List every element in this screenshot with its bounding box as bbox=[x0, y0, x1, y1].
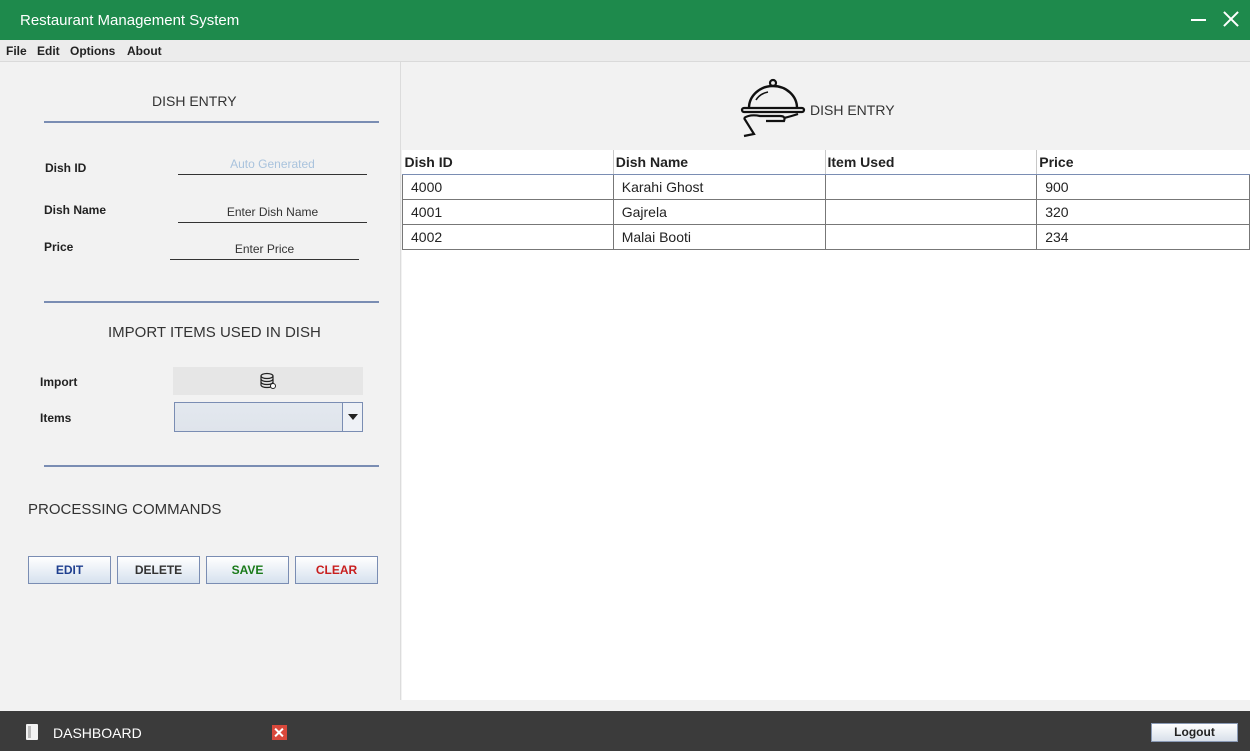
title-bar: Restaurant Management System bbox=[0, 0, 1250, 40]
items-dropdown[interactable] bbox=[174, 402, 363, 432]
divider bbox=[44, 121, 379, 123]
column-header[interactable]: Price bbox=[1036, 150, 1250, 175]
table-cell[interactable]: Gajrela bbox=[612, 198, 826, 225]
table-cell[interactable] bbox=[824, 173, 1038, 200]
close-icon[interactable] bbox=[272, 725, 287, 740]
close-icon[interactable] bbox=[1222, 10, 1240, 28]
table-row[interactable]: 4001 Gajrela 320 bbox=[402, 198, 1250, 225]
column-header[interactable]: Item Used bbox=[825, 150, 1038, 175]
form-title: DISH ENTRY bbox=[152, 93, 237, 109]
processing-commands-title: PROCESSING COMMANDS bbox=[28, 501, 222, 518]
footer-bar: DASHBOARD Logout bbox=[0, 711, 1250, 751]
table-cell[interactable] bbox=[824, 223, 1038, 250]
dashboard-link[interactable]: DASHBOARD bbox=[53, 725, 142, 741]
column-header[interactable]: Dish Name bbox=[613, 150, 826, 175]
dish-id-field[interactable]: Auto Generated bbox=[178, 153, 367, 175]
edit-button[interactable]: EDIT bbox=[28, 556, 111, 584]
dish-list-panel: DISH ENTRY Dish ID Dish Name Item Used P… bbox=[402, 62, 1250, 700]
table-cell[interactable]: 4000 bbox=[402, 173, 614, 200]
menu-edit[interactable]: Edit bbox=[37, 44, 60, 58]
price-label: Price bbox=[44, 240, 74, 254]
table-cell[interactable]: 4002 bbox=[402, 223, 614, 250]
serving-cloche-icon bbox=[740, 78, 806, 138]
menu-bar: File Edit Options About bbox=[0, 40, 1250, 62]
table-cell[interactable]: 320 bbox=[1036, 198, 1250, 225]
panel-header: DISH ENTRY bbox=[402, 62, 1250, 150]
panel-title: DISH ENTRY bbox=[810, 102, 895, 118]
import-section-title: IMPORT ITEMS USED IN DISH bbox=[108, 324, 321, 341]
dish-table: Dish ID Dish Name Item Used Price 4000 K… bbox=[402, 150, 1250, 250]
menu-about[interactable]: About bbox=[127, 44, 162, 58]
items-label: Items bbox=[40, 411, 72, 425]
table-cell[interactable]: 234 bbox=[1036, 223, 1250, 250]
dish-entry-form: DISH ENTRY Dish ID Auto Generated Dish N… bbox=[0, 62, 401, 700]
dish-name-label: Dish Name bbox=[44, 203, 107, 217]
menu-options[interactable]: Options bbox=[70, 44, 115, 58]
divider bbox=[44, 465, 379, 467]
table-cell[interactable]: 4001 bbox=[402, 198, 614, 225]
delete-button[interactable]: DELETE bbox=[117, 556, 200, 584]
logout-button[interactable]: Logout bbox=[1151, 723, 1238, 742]
column-header[interactable]: Dish ID bbox=[402, 150, 614, 175]
table-cell[interactable]: Karahi Ghost bbox=[612, 173, 826, 200]
table-row[interactable]: 4000 Karahi Ghost 900 bbox=[402, 173, 1250, 200]
table-header-row: Dish ID Dish Name Item Used Price bbox=[402, 150, 1250, 175]
door-icon[interactable] bbox=[26, 724, 38, 740]
dish-name-field[interactable]: Enter Dish Name bbox=[178, 201, 367, 223]
import-label: Import bbox=[40, 375, 78, 389]
dish-id-label: Dish ID bbox=[45, 161, 87, 175]
minimize-icon[interactable] bbox=[1190, 10, 1208, 28]
import-button[interactable] bbox=[173, 367, 363, 395]
table-cell[interactable] bbox=[824, 198, 1038, 225]
table-row[interactable]: 4002 Malai Booti 234 bbox=[402, 223, 1250, 250]
menu-file[interactable]: File bbox=[6, 44, 27, 58]
table-cell[interactable]: 900 bbox=[1036, 173, 1250, 200]
divider bbox=[44, 301, 379, 303]
chevron-down-icon[interactable] bbox=[342, 403, 362, 431]
database-icon bbox=[260, 372, 276, 389]
table-cell[interactable]: Malai Booti bbox=[612, 223, 826, 250]
save-button[interactable]: SAVE bbox=[206, 556, 289, 584]
window-title: Restaurant Management System bbox=[20, 12, 240, 29]
clear-button[interactable]: CLEAR bbox=[295, 556, 378, 584]
price-field[interactable]: Enter Price bbox=[170, 238, 359, 260]
